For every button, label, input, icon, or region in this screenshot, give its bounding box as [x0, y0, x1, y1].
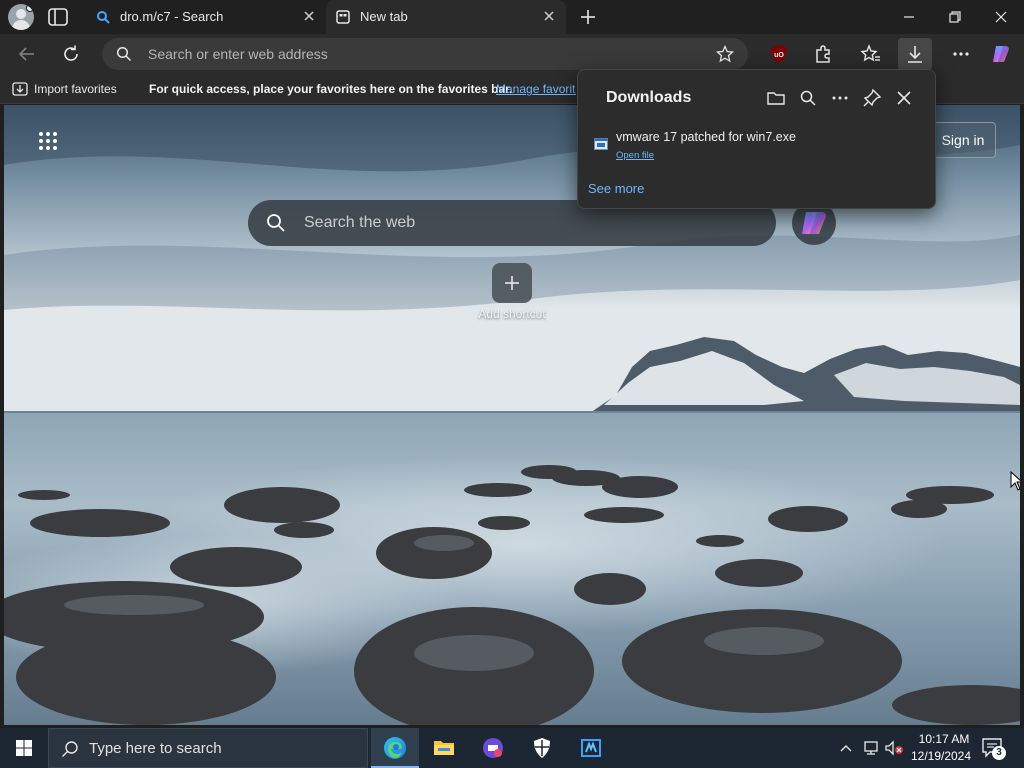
address-bar[interactable]: [102, 38, 748, 70]
plus-icon: [505, 276, 519, 290]
tab-title: dro.m/c7 - Search: [120, 9, 224, 24]
search-icon: [116, 46, 132, 62]
profile-avatar[interactable]: [8, 4, 34, 30]
restore-window-button[interactable]: [944, 6, 966, 28]
tab-new-tab[interactable]: New tab: [326, 0, 566, 34]
taskbar-search-box[interactable]: [48, 728, 368, 768]
defender-icon: [534, 738, 550, 758]
download-icon: [908, 46, 922, 63]
executable-file-icon: [594, 138, 608, 150]
taskbar-virtualization-app-button[interactable]: [567, 728, 615, 768]
pin-icon[interactable]: [862, 88, 882, 108]
windows-taskbar: 10:17 AM 12/19/2024 3: [0, 728, 1024, 768]
open-downloads-folder-icon[interactable]: [766, 88, 786, 108]
clock-date[interactable]: 12/19/2024: [908, 749, 974, 763]
address-input[interactable]: [148, 38, 688, 70]
tab-actions-icon[interactable]: [48, 8, 68, 26]
taskbar-search-input[interactable]: [89, 729, 359, 767]
file-explorer-icon: [434, 741, 454, 755]
add-shortcut-button[interactable]: [492, 263, 532, 303]
back-button[interactable]: [16, 43, 38, 65]
close-tab-icon[interactable]: [542, 9, 556, 23]
close-icon[interactable]: [894, 88, 914, 108]
clock-time[interactable]: 10:17 AM: [914, 732, 974, 746]
extensions-icon[interactable]: [812, 43, 834, 65]
downloads-panel: Downloads vmware 17 patched for win7.exe…: [577, 69, 936, 209]
add-shortcut-label: Add shortcut: [478, 307, 546, 321]
volume-muted-icon[interactable]: [884, 740, 904, 756]
media-app-icon: [483, 738, 503, 758]
notification-count-badge: 3: [992, 746, 1006, 760]
search-icon: [62, 741, 78, 757]
show-hidden-icons-chevron-icon[interactable]: [838, 740, 854, 756]
bing-search-icon: [97, 11, 110, 24]
close-window-button[interactable]: [990, 6, 1012, 28]
tab-search[interactable]: dro.m/c7 - Search: [86, 0, 326, 34]
taskbar-edge-button[interactable]: [371, 728, 419, 768]
downloads-title: Downloads: [606, 89, 692, 106]
tab-title: New tab: [360, 9, 408, 24]
open-file-link[interactable]: Open file: [616, 150, 654, 161]
svg-text:uO: uO: [774, 52, 784, 59]
network-icon[interactable]: [862, 740, 880, 756]
manage-favorites-link[interactable]: Manage favorites: [496, 82, 576, 96]
import-favorites-label: Import favorites: [34, 82, 117, 96]
mouse-cursor-icon: [1010, 471, 1020, 491]
more-options-icon[interactable]: [830, 88, 850, 108]
favorites-icon[interactable]: [860, 43, 882, 65]
favorites-bar-message: For quick access, place your favorites h…: [149, 82, 513, 96]
minimize-window-button[interactable]: [898, 6, 920, 28]
tab-strip: dro.m/c7 - Search New tab: [0, 0, 1024, 34]
ublock-origin-extension-icon[interactable]: uO: [768, 43, 790, 65]
import-icon: [12, 82, 28, 96]
add-favorite-star-icon[interactable]: [716, 45, 734, 63]
settings-more-icon[interactable]: [950, 43, 972, 65]
edge-icon: [384, 737, 406, 759]
see-more-link[interactable]: See more: [588, 181, 644, 196]
copilot-icon[interactable]: [990, 43, 1012, 65]
refresh-button[interactable]: [60, 43, 82, 65]
newtab-icon: [336, 10, 350, 24]
downloads-button[interactable]: [898, 38, 932, 70]
sign-in-button[interactable]: Sign in: [930, 122, 996, 158]
taskbar-file-explorer-button[interactable]: [420, 728, 468, 768]
action-center-button[interactable]: 3: [980, 736, 1006, 760]
search-icon: [267, 214, 285, 232]
virtualization-app-icon: [581, 739, 601, 757]
apps-launcher-icon[interactable]: [38, 131, 58, 151]
close-tab-icon[interactable]: [302, 9, 316, 23]
taskbar-security-button[interactable]: [518, 728, 566, 768]
search-downloads-icon[interactable]: [798, 88, 818, 108]
taskbar-media-app-button[interactable]: [469, 728, 517, 768]
windows-start-icon[interactable]: [0, 728, 48, 768]
profile-status-dot: [26, 4, 34, 12]
new-tab-button[interactable]: [578, 7, 598, 27]
browser-toolbar: uO: [0, 34, 1024, 74]
download-file-name[interactable]: vmware 17 patched for win7.exe: [616, 130, 796, 144]
